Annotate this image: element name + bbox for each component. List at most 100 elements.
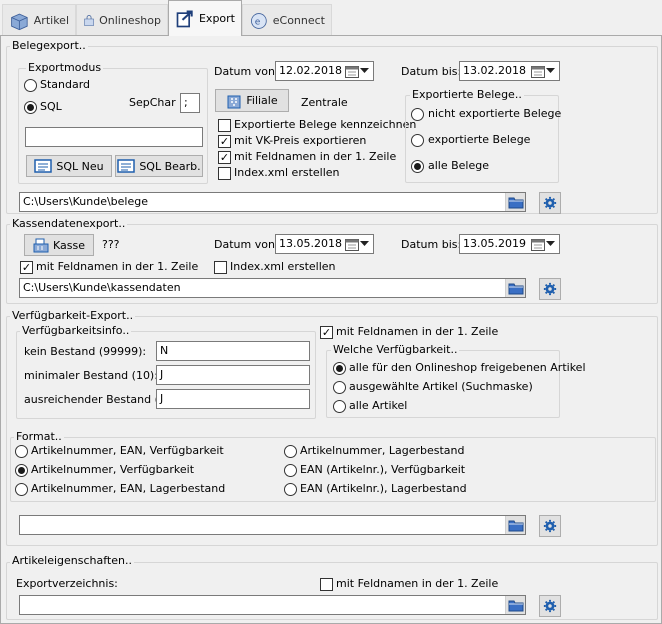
kasse-datum-von-label: Datum von: <box>214 238 279 251</box>
kasse-value: ??? <box>102 238 120 251</box>
tab-econnect[interactable]: e eConnect <box>242 4 332 36</box>
calendar-dropdown-icon[interactable] <box>531 237 557 251</box>
option-kennzeichnen-checkbox[interactable] <box>218 119 231 132</box>
artikel-feldnamen-checkbox[interactable] <box>320 578 333 591</box>
format-opt6-radio[interactable] <box>284 483 297 496</box>
tab-econnect-label: eConnect <box>272 14 325 27</box>
kasse-datum-von-value: 13.05.2018 <box>279 237 342 250</box>
minimaler-bestand-input[interactable]: J <box>156 365 310 385</box>
format-opt3-label: Artikelnummer, EAN, Lagerbestand <box>31 482 226 495</box>
calendar-dropdown-icon[interactable] <box>531 64 557 78</box>
option-feldnamen-checkbox[interactable]: ✓ <box>218 151 231 164</box>
folder-icon[interactable] <box>505 193 525 211</box>
kasse-indexxml-label: Index.xml erstellen <box>230 260 336 273</box>
gear-icon[interactable] <box>539 515 561 537</box>
kasse-datum-bis-label: Datum bis: <box>401 238 462 251</box>
kasse-feldnamen-checkbox[interactable]: ✓ <box>20 261 33 274</box>
format-opt1-radio[interactable] <box>15 445 28 458</box>
box-icon <box>11 13 28 30</box>
sepchar-input[interactable]: ; <box>180 93 200 113</box>
format-opt2-radio[interactable] <box>15 464 28 477</box>
cash-register-icon <box>33 238 49 253</box>
exportierte-belege-title: Exportierte Belege.. <box>410 88 524 101</box>
kein-bestand-input[interactable]: N <box>156 341 310 361</box>
tab-export-label: Export <box>198 12 235 25</box>
folder-icon[interactable] <box>505 279 525 297</box>
format-opt3-radio[interactable] <box>15 483 28 496</box>
format-title: Format.. <box>14 430 64 443</box>
tab-onlineshop-label: Onlineshop <box>99 14 161 27</box>
document-icon <box>117 159 136 173</box>
beleg-datum-von-picker[interactable]: 12.02.2018 <box>275 61 374 81</box>
exportierte-label: exportierte Belege <box>428 133 531 146</box>
kasse-datum-bis-picker[interactable]: 13.05.2019 <box>459 234 560 254</box>
sql-bearb-button[interactable]: SQL Bearb. <box>115 155 203 177</box>
exportmodus-sql-label: SQL <box>40 100 62 113</box>
kasse-indexxml-checkbox[interactable] <box>214 261 227 274</box>
option-kennzeichnen-label: Exportierte Belege kennzeichnen <box>234 118 417 131</box>
format-opt5-label: EAN (Artikelnr.), Verfügbarkeit <box>300 463 466 476</box>
welche-ausgewaehlte-label: ausgewählte Artikel (Suchmaske) <box>349 380 533 393</box>
format-opt1-label: Artikelnummer, EAN, Verfügbarkeit <box>31 444 224 457</box>
beleg-path-value: C:\Users\Kunde\belege <box>23 195 148 208</box>
kassendatenexport-title: Kassendatenexport.. <box>10 217 128 230</box>
welche-onlineshop-label: alle für den Onlineshop freigebenen Arti… <box>349 361 586 374</box>
sepchar-label: SepChar : <box>129 96 183 109</box>
folder-icon[interactable] <box>505 516 525 534</box>
building-icon <box>227 95 241 108</box>
format-opt5-radio[interactable] <box>284 464 297 477</box>
filiale-button[interactable]: Filiale <box>215 89 289 112</box>
kasse-feldnamen-label: mit Feldnamen in der 1. Zeile <box>36 260 199 273</box>
option-indexxml-checkbox[interactable] <box>218 167 231 180</box>
folder-icon[interactable] <box>505 596 525 614</box>
beleg-datum-bis-picker[interactable]: 13.02.2018 <box>459 61 560 81</box>
kasse-datum-bis-value: 13.05.2019 <box>463 237 526 250</box>
beleg-path-input[interactable]: C:\Users\Kunde\belege <box>19 192 526 212</box>
exportmodus-standard-label: Standard <box>40 78 91 91</box>
verfuegbarkeit-title: Verfügbarkeit-Export.. <box>10 309 136 322</box>
tab-export[interactable]: Export <box>168 0 242 36</box>
gear-icon[interactable] <box>539 595 561 617</box>
gear-icon[interactable] <box>539 192 561 214</box>
minimaler-bestand-label: minimaler Bestand (10): <box>24 369 158 382</box>
verf-feldnamen-checkbox[interactable]: ✓ <box>320 326 333 339</box>
option-vkpreis-checkbox[interactable]: ✓ <box>218 135 231 148</box>
welche-alle-label: alle Artikel <box>349 399 408 412</box>
nicht-exportierte-radio[interactable] <box>411 108 424 121</box>
filiale-label: Filiale <box>246 94 278 107</box>
exportierte-radio[interactable] <box>411 134 424 147</box>
ausreichender-bestand-input[interactable]: J <box>156 389 310 409</box>
tab-bar: Artikel Onlineshop Export e eConnect <box>0 0 662 36</box>
sql-neu-button[interactable]: SQL Neu <box>26 155 112 177</box>
exportverzeichnis-label: Exportverzeichnis: <box>16 577 118 590</box>
sql-input[interactable] <box>25 127 203 147</box>
tab-onlineshop[interactable]: Onlineshop <box>76 4 168 36</box>
export-icon <box>176 9 193 27</box>
econnect-icon: e <box>251 12 267 29</box>
beleg-datum-von-value: 12.02.2018 <box>279 64 342 77</box>
alle-belege-radio[interactable] <box>411 160 424 173</box>
tab-artikel[interactable]: Artikel <box>2 4 76 36</box>
kasse-datum-von-picker[interactable]: 13.05.2018 <box>275 234 374 254</box>
welche-onlineshop-radio[interactable] <box>333 362 346 375</box>
exportmodus-standard-radio[interactable] <box>24 79 37 92</box>
ausreichender-bestand-label: ausreichender Bestand (3): <box>24 393 174 406</box>
kasse-button[interactable]: Kasse <box>24 234 94 256</box>
calendar-dropdown-icon[interactable] <box>345 64 371 78</box>
verf-path-input[interactable] <box>19 515 526 535</box>
welche-alle-radio[interactable] <box>333 400 346 413</box>
artikel-path-input[interactable] <box>19 595 526 615</box>
welche-ausgewaehlte-radio[interactable] <box>333 381 346 394</box>
format-opt4-radio[interactable] <box>284 445 297 458</box>
verfuegbarkeitsinfo-title: Verfügbarkeitsinfo.. <box>20 324 132 337</box>
calendar-dropdown-icon[interactable] <box>345 237 371 251</box>
gear-icon[interactable] <box>539 278 561 300</box>
format-opt2-label: Artikelnummer, Verfügbarkeit <box>31 463 195 476</box>
document-icon <box>34 159 53 173</box>
exportmodus-sql-radio[interactable] <box>24 101 37 114</box>
sql-neu-label: SQL Neu <box>56 159 104 173</box>
kasse-path-input[interactable]: C:\Users\Kunde\kassendaten <box>19 278 526 298</box>
sql-bearb-label: SQL Bearb. <box>139 159 201 173</box>
artikel-feldnamen-label: mit Feldnamen in der 1. Zeile <box>336 577 499 590</box>
filiale-value: Zentrale <box>301 96 348 109</box>
